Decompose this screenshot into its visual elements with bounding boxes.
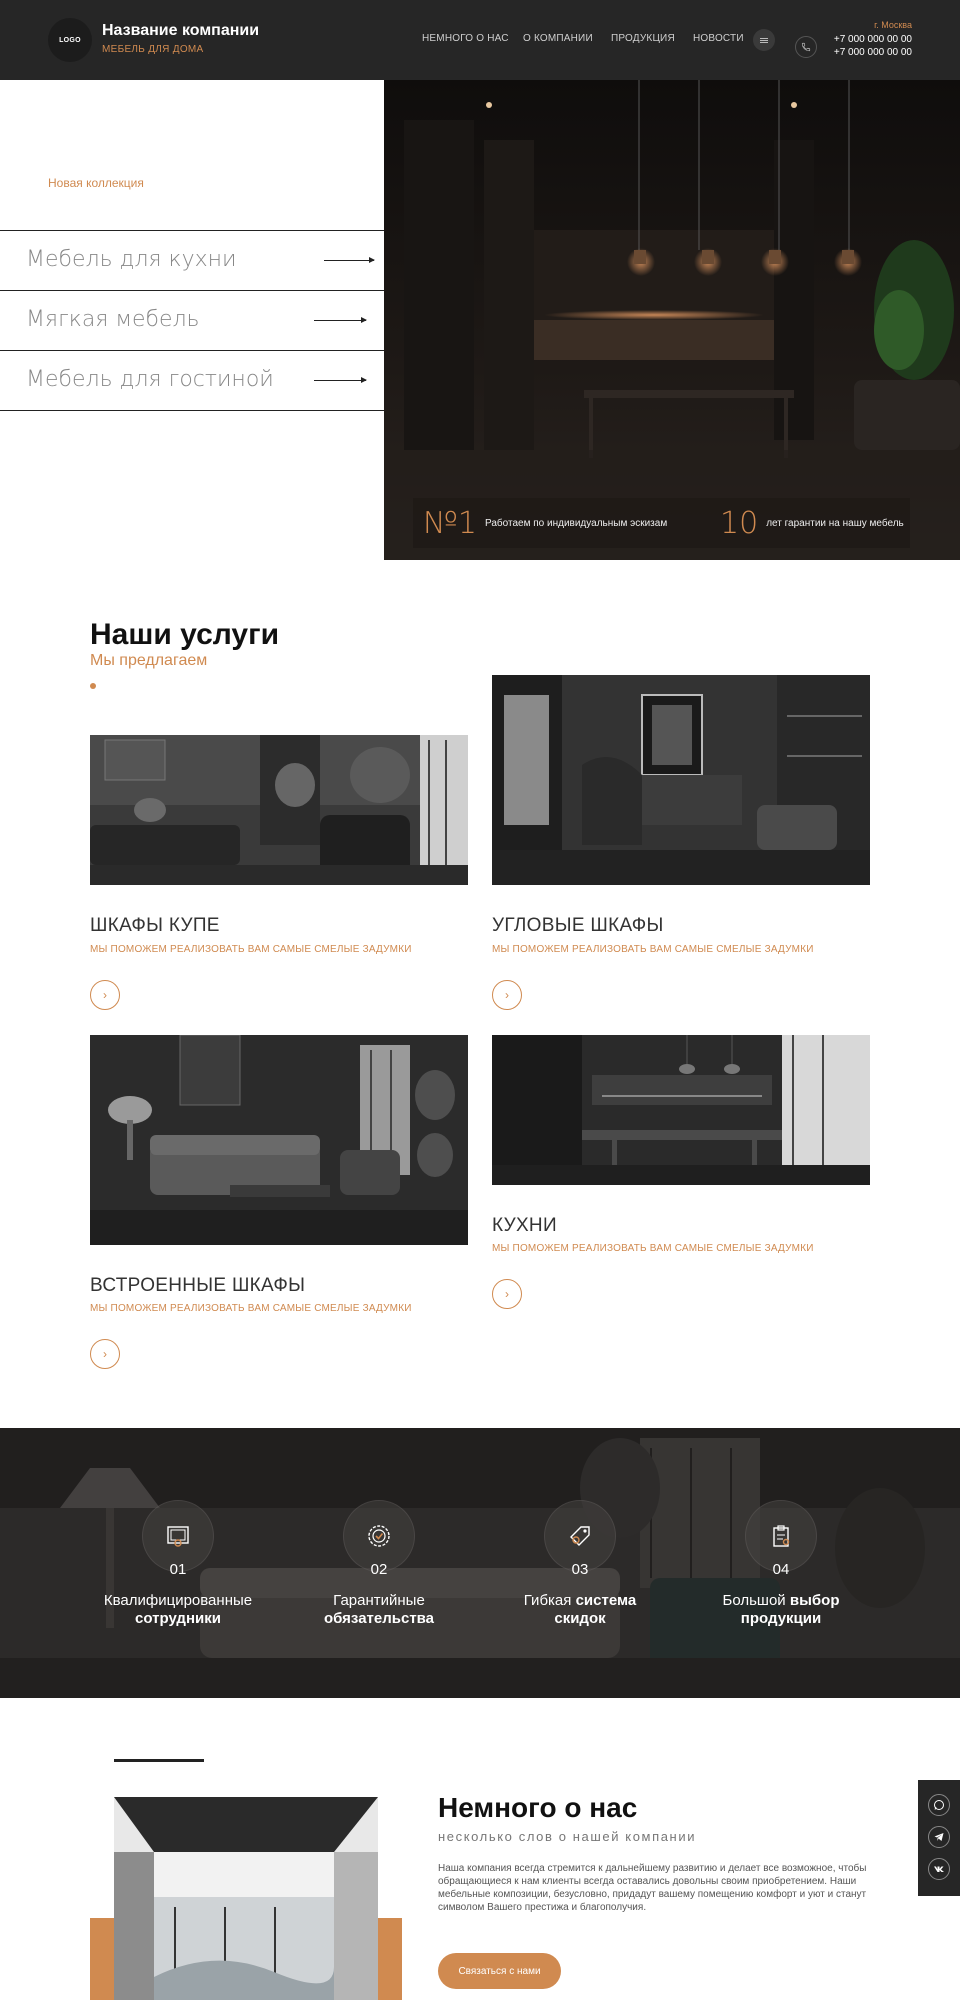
stat-number: №1: [423, 505, 478, 541]
telegram-icon[interactable]: [928, 1826, 950, 1848]
benefit-number: 02: [370, 1561, 388, 1578]
category-soft-furniture[interactable]: Мягкая мебель: [0, 290, 384, 350]
about-subtitle: несколько слов о нашей компании: [438, 1829, 697, 1844]
about-title: Немного о нас: [438, 1792, 638, 1823]
arrow-right-icon: [324, 257, 375, 263]
service-description: МЫ ПОМОЖЕМ РЕАЛИЗОВАТЬ ВАМ САМЫЕ СМЕЛЫЕ …: [90, 944, 412, 955]
chevron-right-icon: ›: [103, 1347, 107, 1361]
benefit-text: Квалифицированные сотрудники: [103, 1592, 253, 1627]
arrow-right-icon: [314, 377, 367, 383]
benefit-text: Большой выбор продукции: [722, 1592, 840, 1627]
phone-number-1[interactable]: +7 000 000 00 00: [834, 34, 912, 45]
stat-sketches: №1 Работаем по индивидуальным эскизам: [413, 498, 710, 548]
benefit-number: 03: [571, 1561, 589, 1578]
new-collection-label: Новая коллекция: [48, 176, 144, 190]
benefit-text: Гарантийные обязательства: [323, 1592, 435, 1627]
decorative-dot: [90, 683, 96, 689]
company-logo[interactable]: LOGO: [48, 18, 92, 62]
category-label: Мебель для кухни: [26, 247, 237, 272]
benefit-number: 01: [169, 1561, 187, 1578]
category-kitchen[interactable]: Мебель для кухни: [0, 230, 384, 290]
decorative-line: [114, 1759, 204, 1762]
service-image-corner-wardrobes[interactable]: [492, 675, 870, 885]
phone-number-2[interactable]: +7 000 000 00 00: [834, 47, 912, 58]
service-description: МЫ ПОМОЖЕМ РЕАЛИЗОВАТЬ ВАМ САМЫЕ СМЕЛЫЕ …: [492, 944, 814, 955]
benefits-section: 01 Квалифицированные сотрудники 02 Гарант…: [0, 1428, 960, 1698]
category-living-room[interactable]: Мебель для гостиной: [0, 350, 384, 411]
about-text: Наша компания всегда стремится к дальней…: [438, 1863, 867, 1913]
service-description: МЫ ПОМОЖЕМ РЕАЛИЗОВАТЬ ВАМ САМЫЕ СМЕЛЫЕ …: [492, 1243, 814, 1254]
nav-news[interactable]: НОВОСТИ: [693, 33, 744, 44]
menu-icon[interactable]: [753, 29, 775, 51]
category-label: Мягкая мебель: [26, 307, 200, 332]
city-label: г. Москва: [874, 20, 912, 30]
whatsapp-icon[interactable]: [928, 1794, 950, 1816]
service-title: ШКАФЫ КУПЕ: [90, 915, 220, 936]
stat-number: 10: [720, 505, 759, 541]
vk-icon[interactable]: [928, 1858, 950, 1880]
service-more-button[interactable]: ›: [492, 1279, 522, 1309]
service-image-built-in-wardrobes[interactable]: [90, 1035, 468, 1245]
company-tagline: МЕБЕЛЬ ДЛЯ ДОМА: [102, 44, 204, 55]
company-name: Название компании: [102, 22, 260, 39]
service-more-button[interactable]: ›: [492, 980, 522, 1010]
service-description: МЫ ПОМОЖЕМ РЕАЛИЗОВАТЬ ВАМ САМЫЕ СМЕЛЫЕ …: [90, 1303, 412, 1314]
social-sidebar: [918, 1780, 960, 1896]
nav-products[interactable]: ПРОДУКЦИЯ: [611, 33, 675, 44]
chevron-right-icon: ›: [505, 988, 509, 1002]
nav-about-us[interactable]: НЕМНОГО О НАС: [422, 33, 509, 44]
about-image: [114, 1797, 378, 2000]
phone-icon[interactable]: [795, 36, 817, 58]
stat-text: лет гарантии на нашу мебель: [766, 517, 904, 529]
services-subtitle: Мы предлагаем: [90, 652, 208, 669]
service-title: УГЛОВЫЕ ШКАФЫ: [492, 915, 664, 936]
service-more-button[interactable]: ›: [90, 1339, 120, 1369]
services-title: Наши услуги: [90, 618, 280, 651]
category-label: Мебель для гостиной: [26, 367, 274, 392]
service-title: КУХНИ: [492, 1215, 557, 1236]
service-image-kitchens[interactable]: [492, 1035, 870, 1185]
stat-warranty: 10 лет гарантии на нашу мебель: [710, 498, 910, 548]
benefit-number: 04: [772, 1561, 790, 1578]
contact-us-button[interactable]: Связаться с нами: [438, 1953, 561, 1989]
service-title: ВСТРОЕННЫЕ ШКАФЫ: [90, 1275, 306, 1296]
nav-company[interactable]: О КОМПАНИИ: [523, 33, 593, 44]
hero-image: [384, 80, 960, 560]
stat-text: Работаем по индивидуальным эскизам: [485, 517, 668, 529]
benefit-text: Гибкая система скидок: [523, 1592, 637, 1627]
chevron-right-icon: ›: [103, 988, 107, 1002]
site-header: LOGO Название компании МЕБЕЛЬ ДЛЯ ДОМА Н…: [0, 0, 960, 80]
service-image-wardrobes[interactable]: [90, 735, 468, 885]
service-more-button[interactable]: ›: [90, 980, 120, 1010]
arrow-right-icon: [314, 317, 367, 323]
chevron-right-icon: ›: [505, 1287, 509, 1301]
